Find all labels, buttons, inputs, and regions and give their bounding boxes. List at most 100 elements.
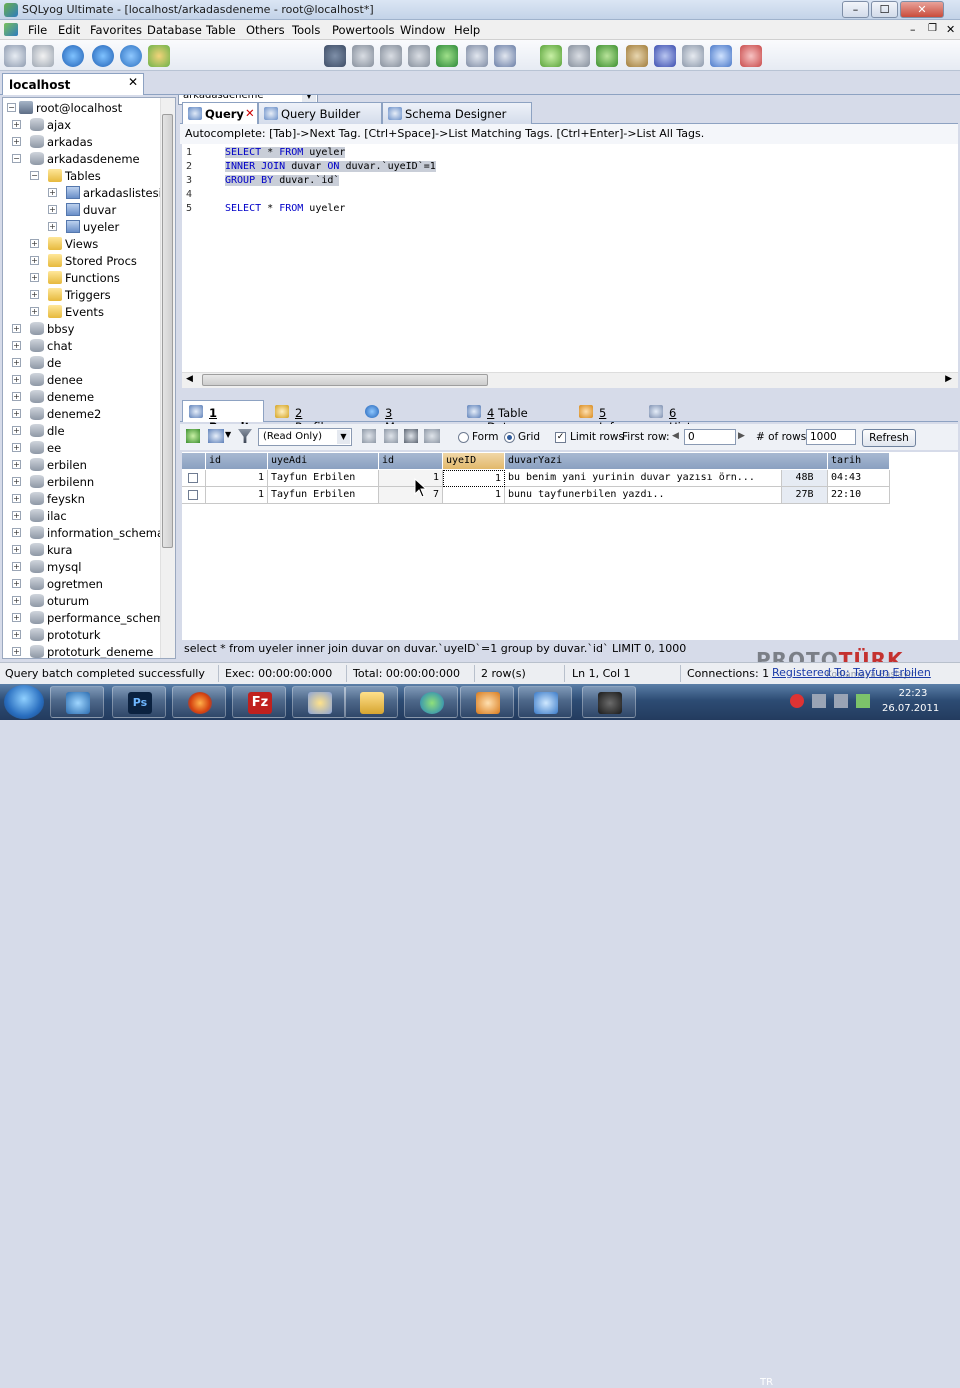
menu-tools[interactable]: Tools <box>292 23 320 37</box>
user-manager-icon[interactable] <box>324 45 346 67</box>
taskbar-filezilla[interactable]: Fz <box>232 686 286 718</box>
column-header[interactable]: id <box>379 453 443 469</box>
previous-icon[interactable]: ◀ <box>672 431 679 441</box>
schema-icon[interactable] <box>494 45 516 67</box>
migration-icon[interactable] <box>626 45 648 67</box>
insert-row-icon[interactable] <box>362 429 376 443</box>
tab-query-builder[interactable]: Query Builder <box>258 102 382 124</box>
copy-grid-icon[interactable] <box>208 429 224 443</box>
limit-rows-checkbox[interactable]: ✓ <box>555 432 566 443</box>
grid-cell[interactable]: Tayfun Erbilen <box>268 470 379 487</box>
data-sync-icon[interactable] <box>596 45 618 67</box>
expand-icon[interactable]: + <box>48 205 57 214</box>
column-header[interactable]: tarih <box>828 453 890 469</box>
blob-size-cell[interactable]: 27B <box>782 487 828 504</box>
taskbar-control-panel[interactable] <box>50 686 104 718</box>
expand-icon[interactable]: + <box>12 596 21 605</box>
collapse-icon[interactable]: − <box>30 171 39 180</box>
refresh-object-icon[interactable] <box>120 45 142 67</box>
row-selector[interactable] <box>182 470 206 487</box>
menu-table[interactable]: Table <box>206 23 236 37</box>
taskbar-media-player[interactable] <box>460 686 514 718</box>
expand-icon[interactable]: + <box>12 477 21 486</box>
expand-icon[interactable]: + <box>12 613 21 622</box>
expand-icon[interactable]: + <box>30 256 39 265</box>
start-button[interactable] <box>4 685 44 719</box>
blob-size-cell[interactable]: 48B <box>782 470 828 487</box>
grid-cell[interactable]: 22:10 <box>828 487 890 504</box>
tab-table-data[interactable]: 4 Table Data <box>460 400 564 434</box>
expand-icon[interactable]: + <box>12 341 21 350</box>
row-checkbox[interactable] <box>188 473 198 483</box>
taskbar-editor[interactable] <box>292 686 346 718</box>
expand-icon[interactable]: + <box>12 426 21 435</box>
new-query-icon[interactable] <box>32 45 54 67</box>
first-row-input[interactable]: 0 <box>684 429 736 445</box>
expand-icon[interactable]: + <box>12 545 21 554</box>
grid-radio[interactable] <box>504 432 515 443</box>
tab-result[interactable]: 1 Result <box>182 400 264 434</box>
expand-icon[interactable]: + <box>12 392 21 401</box>
table-editor-icon[interactable] <box>466 45 488 67</box>
expand-icon[interactable]: + <box>12 494 21 503</box>
maximize-button[interactable]: ☐ <box>871 1 898 18</box>
expand-icon[interactable]: + <box>12 562 21 571</box>
menu-database[interactable]: Database <box>147 23 202 37</box>
filter-icon[interactable] <box>238 429 252 443</box>
document-icon[interactable] <box>4 23 18 36</box>
scheduler-icon[interactable] <box>654 45 676 67</box>
mdi-restore-icon[interactable]: ❐ <box>928 23 937 34</box>
create-database-icon[interactable] <box>352 45 374 67</box>
expand-icon[interactable]: + <box>30 307 39 316</box>
tab-query[interactable]: Query ✕ <box>182 102 258 124</box>
chevron-down-icon[interactable]: ▼ <box>225 430 231 439</box>
form-radio[interactable] <box>458 432 469 443</box>
network-icon[interactable] <box>812 694 826 708</box>
expand-icon[interactable]: + <box>48 188 57 197</box>
column-header[interactable]: duvarYazi <box>505 453 828 469</box>
column-header[interactable]: id <box>206 453 268 469</box>
collapse-icon[interactable]: − <box>12 154 21 163</box>
grid-cell[interactable]: 1 <box>379 470 443 487</box>
export-icon[interactable] <box>186 429 200 443</box>
backup-icon[interactable] <box>568 45 590 67</box>
language-indicator[interactable]: TR <box>760 1377 773 1388</box>
expand-icon[interactable]: + <box>12 443 21 452</box>
tab-history[interactable]: 6 History <box>642 400 722 434</box>
tab-profiler[interactable]: 2 Profiler <box>268 400 352 434</box>
scroll-left-icon[interactable]: ◀ <box>186 374 193 384</box>
grid-cell[interactable]: 1 <box>443 487 505 504</box>
sync-icon[interactable] <box>540 45 562 67</box>
delete-icon[interactable] <box>404 429 418 443</box>
copy-database-icon[interactable] <box>408 45 430 67</box>
taskbar-explorer[interactable] <box>344 686 398 718</box>
menu-file[interactable]: File <box>28 23 47 37</box>
expand-icon[interactable]: + <box>12 579 21 588</box>
taskbar-sqlyog[interactable] <box>404 686 458 718</box>
notification-icon[interactable] <box>682 45 704 67</box>
stop-icon[interactable] <box>148 45 170 67</box>
expand-icon[interactable]: + <box>12 409 21 418</box>
grid-cell[interactable]: 7 <box>379 487 443 504</box>
pane-splitter[interactable] <box>180 390 958 396</box>
minimize-button[interactable]: – <box>842 1 869 18</box>
editor-scrollbar-thumb[interactable] <box>202 374 488 386</box>
query-profiler-icon[interactable] <box>710 45 732 67</box>
column-header[interactable]: uyeID <box>443 453 505 469</box>
expand-icon[interactable]: + <box>12 460 21 469</box>
menu-window[interactable]: Window <box>400 23 445 37</box>
taskbar-photoshop[interactable]: Ps <box>112 686 166 718</box>
expand-icon[interactable]: + <box>12 120 21 129</box>
tab-messages[interactable]: 3 Messages <box>358 400 448 434</box>
battery-icon[interactable] <box>856 694 870 708</box>
tray-notification-icon[interactable] <box>790 694 804 708</box>
mdi-minimize-icon[interactable]: – <box>910 23 916 36</box>
grid-cell[interactable]: Tayfun Erbilen <box>268 487 379 504</box>
tab-schema-designer[interactable]: Schema Designer <box>382 102 532 124</box>
clock-date[interactable]: 26.07.2011 <box>882 703 939 714</box>
save-icon[interactable] <box>384 429 398 443</box>
expand-icon[interactable]: + <box>12 528 21 537</box>
expand-icon[interactable]: + <box>12 324 21 333</box>
volume-icon[interactable] <box>834 694 848 708</box>
tab-info[interactable]: 5 Info <box>572 400 636 434</box>
